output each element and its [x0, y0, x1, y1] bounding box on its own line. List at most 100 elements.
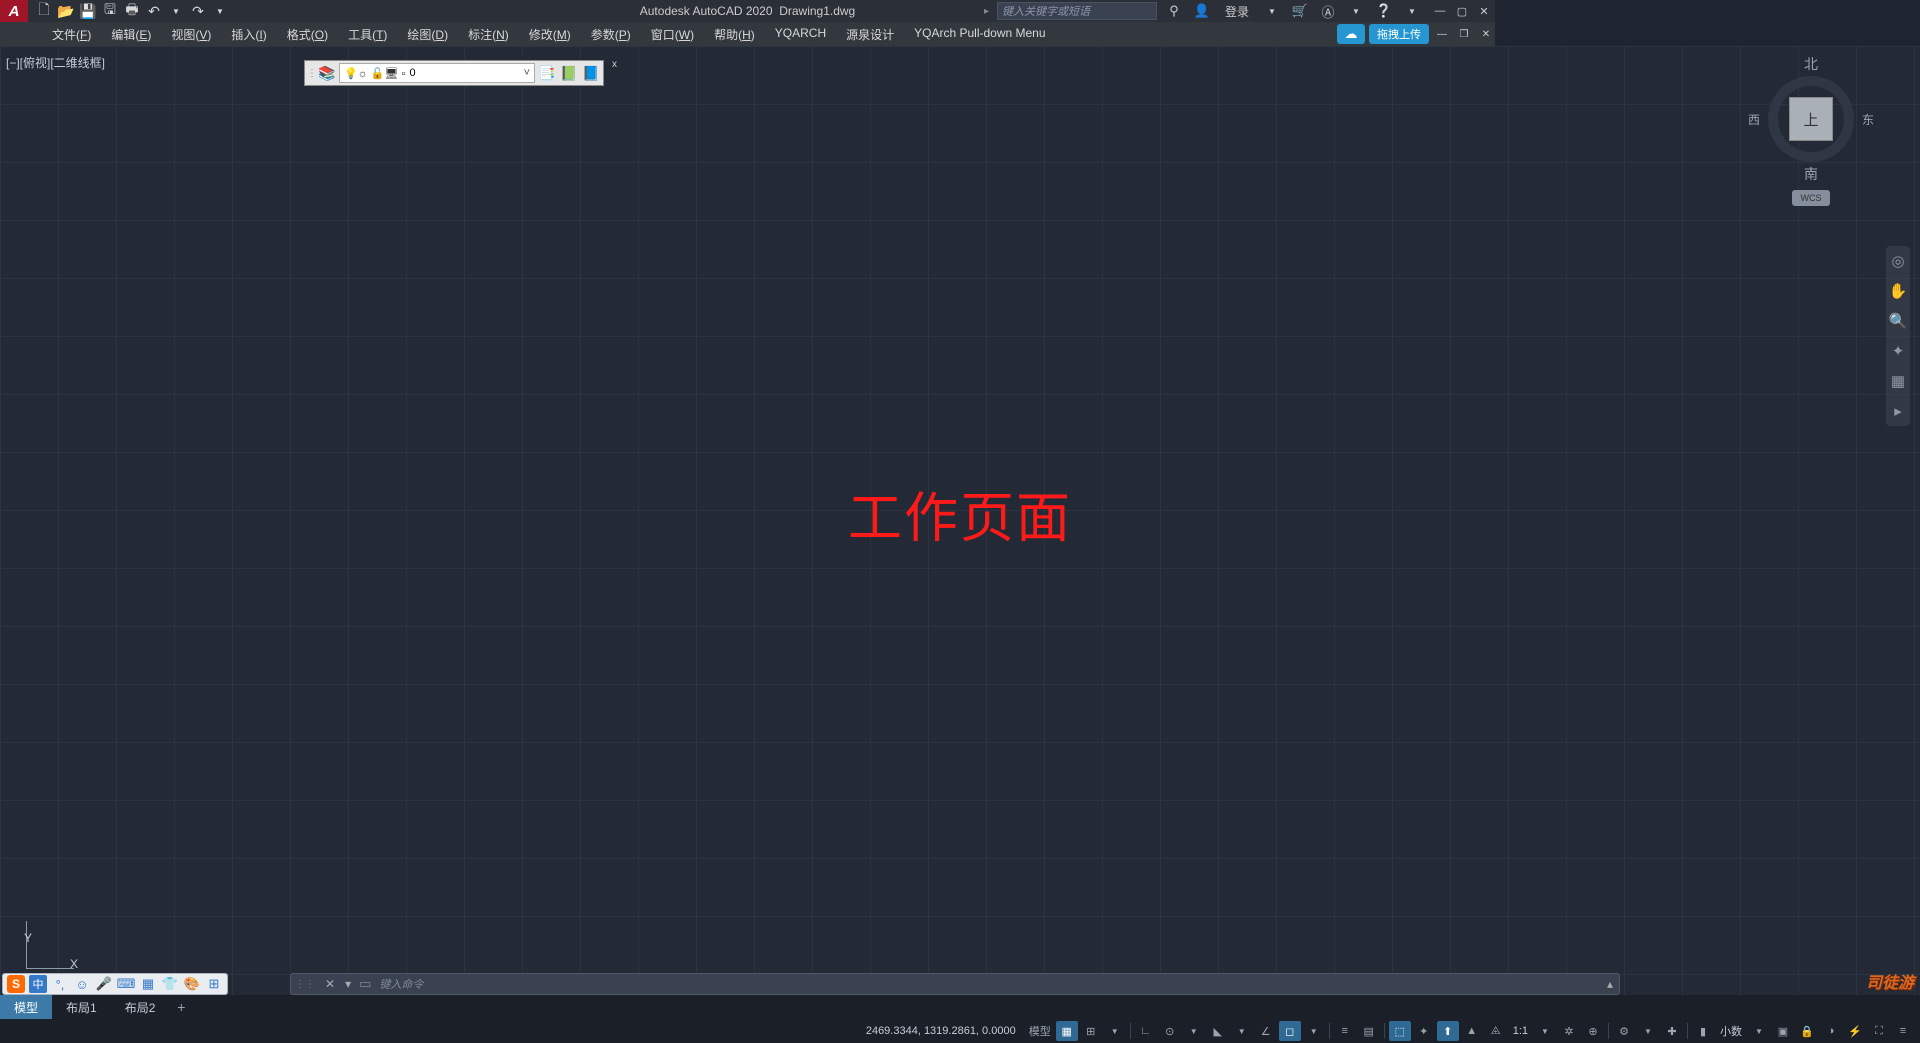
tab-add-button[interactable]: + [169, 995, 193, 1019]
cleanscreen-icon[interactable]: ⛶ [1868, 1021, 1890, 1041]
layer-prev-icon[interactable]: 📘 [581, 63, 601, 83]
cloud-icon[interactable]: ☁ [1337, 24, 1365, 44]
layer-states-icon[interactable]: 📑 [537, 63, 557, 83]
print-icon[interactable]: 🖶 [122, 1, 142, 21]
units-dd-icon[interactable]: ▼ [1748, 1021, 1770, 1041]
menu-视图[interactable]: 视图(V) [161, 22, 221, 47]
toolbar-grip-icon[interactable]: ⋮⋮ [307, 68, 315, 79]
layer-iso-icon[interactable]: 📗 [559, 63, 579, 83]
gizmo-icon[interactable]: ⨹ [1485, 1021, 1507, 1041]
undo-dd-icon[interactable]: ▼ [166, 1, 186, 21]
menu-修改[interactable]: 修改(M) [519, 22, 581, 47]
menu-帮助[interactable]: 帮助(H) [704, 22, 765, 47]
ime-bar[interactable]: S 中 °, ☺ 🎤 ⌨ ▦ 👕 🎨 ⊞ [2, 973, 228, 995]
layer-dropdown[interactable]: 💡☼ 🔓🖥 ▫ 0 ˅ [339, 63, 535, 83]
menu-YQArch Pull-down Menu[interactable]: YQArch Pull-down Menu [904, 22, 1055, 47]
isodraft-icon[interactable]: ◣ [1207, 1021, 1229, 1041]
saveas-icon[interactable]: 🖫 [100, 1, 120, 21]
menu-标注[interactable]: 标注(N) [458, 22, 519, 47]
dynamic-ucs-icon[interactable]: ⬆ [1437, 1021, 1459, 1041]
viewcube-east[interactable]: 东 [1862, 111, 1874, 128]
anno-autoscale-icon[interactable]: ⊕ [1582, 1021, 1604, 1041]
app-logo[interactable]: A [0, 0, 28, 22]
snapmode-icon[interactable]: ⊞ [1080, 1021, 1102, 1041]
doc-restore-button[interactable]: ❐ [1455, 25, 1473, 43]
toolbar-close-icon[interactable]: x [612, 59, 617, 70]
nav-wheel-icon[interactable]: ◎ [1891, 252, 1904, 270]
login-dd-icon[interactable]: ▼ [1261, 1, 1283, 21]
maximize-button[interactable]: ▢ [1451, 1, 1473, 21]
units-label[interactable]: 小数 [1716, 1023, 1746, 1039]
selection-cycling-icon[interactable]: ⬚ [1389, 1021, 1411, 1041]
isodraft-dd-icon[interactable]: ▼ [1231, 1021, 1253, 1041]
anno-monitor-icon[interactable]: ✚ [1661, 1021, 1683, 1041]
menu-格式[interactable]: 格式(O) [277, 22, 338, 47]
polar-dd-icon[interactable]: ▼ [1183, 1021, 1205, 1041]
user-icon[interactable]: 👤 [1191, 1, 1213, 21]
close-button[interactable]: ✕ [1473, 1, 1495, 21]
osnap-dd-icon[interactable]: ▼ [1303, 1021, 1325, 1041]
undo-icon[interactable]: ↶ [144, 1, 164, 21]
viewport-label[interactable]: [−][俯视][二维线框] [6, 54, 105, 71]
showmotion-icon[interactable]: ▦ [1891, 372, 1905, 390]
command-input[interactable]: 键入命令 [375, 976, 1601, 992]
menu-YQARCH[interactable]: YQARCH [765, 22, 836, 47]
orbit-icon[interactable]: ✦ [1892, 342, 1905, 360]
ime-keyboard-icon[interactable]: ⌨ [117, 975, 135, 993]
menu-文件[interactable]: 文件(F) [42, 22, 101, 47]
doc-minimize-button[interactable]: — [1433, 25, 1451, 43]
menu-工具[interactable]: 工具(T) [338, 22, 397, 47]
osnap-icon[interactable]: ◻ [1279, 1021, 1301, 1041]
zoom-icon[interactable]: 🔍 [1889, 312, 1908, 330]
viewcube-west[interactable]: 西 [1748, 111, 1760, 128]
exchange-icon[interactable]: 🛒 [1289, 1, 1311, 21]
ime-voice-icon[interactable]: 🎤 [95, 975, 113, 993]
menu-编辑[interactable]: 编辑(E) [101, 22, 161, 47]
lineweight-icon[interactable]: ≡ [1334, 1021, 1356, 1041]
search-input[interactable]: 键入关键字或短语 [997, 2, 1157, 20]
menu-参数[interactable]: 参数(P) [581, 22, 641, 47]
new-icon[interactable]: 🗋 [34, 1, 54, 21]
pan-icon[interactable]: ✋ [1889, 282, 1908, 300]
menu-源泉设计[interactable]: 源泉设计 [836, 22, 904, 47]
lockui-icon[interactable]: 🔒 [1796, 1021, 1818, 1041]
units-icon[interactable]: ▮ [1692, 1021, 1714, 1041]
cmd-history-icon[interactable]: ▾ [341, 977, 355, 991]
ime-logo-icon[interactable]: S [7, 975, 25, 993]
selection-filter-icon[interactable]: ▲ [1461, 1021, 1483, 1041]
coordinates[interactable]: 2469.3344, 1319.2861, 0.0000 [866, 1025, 1016, 1037]
ime-emoji-icon[interactable]: ☺ [73, 975, 91, 993]
quickprops-icon[interactable]: ▣ [1772, 1021, 1794, 1041]
ime-skin-icon[interactable]: 🎨 [183, 975, 201, 993]
help-icon[interactable]: ❔ [1373, 1, 1395, 21]
menu-插入[interactable]: 插入(I) [221, 22, 276, 47]
viewcube[interactable]: 北 西 上 东 南 WCS [1746, 54, 1876, 206]
viewcube-top[interactable]: 上 [1789, 97, 1833, 141]
hardware-accel-icon[interactable]: ⚡ [1844, 1021, 1866, 1041]
ime-punct-icon[interactable]: °, [51, 975, 69, 993]
redo-icon[interactable]: ↷ [188, 1, 208, 21]
workspace-icon[interactable]: ⚙ [1613, 1021, 1635, 1041]
connect-icon[interactable]: ⚲ [1163, 1, 1185, 21]
anno-scale-dd-icon[interactable]: ▼ [1534, 1021, 1556, 1041]
minimize-button[interactable]: — [1429, 1, 1451, 21]
chevron-down-icon[interactable]: ˅ [524, 67, 530, 79]
layer-toolbar[interactable]: ⋮⋮ 📚 💡☼ 🔓🖥 ▫ 0 ˅ 📑 📗 📘 x [304, 60, 604, 86]
3dosnap-icon[interactable]: ✦ [1413, 1021, 1435, 1041]
workspace-dd-icon[interactable]: ▼ [1637, 1021, 1659, 1041]
modelspace-button[interactable]: 模型 [1026, 1021, 1054, 1041]
help-dd-icon[interactable]: ▼ [1401, 1, 1423, 21]
viewcube-south[interactable]: 南 [1746, 164, 1876, 184]
viewcube-ring[interactable]: 上 [1768, 76, 1854, 162]
cmd-grip-icon[interactable]: ⋮⋮ [291, 979, 319, 990]
viewcube-north[interactable]: 北 [1746, 54, 1876, 74]
tab-model[interactable]: 模型 [0, 995, 52, 1019]
grid-icon[interactable]: ▦ [1056, 1021, 1078, 1041]
tab-layout1[interactable]: 布局1 [52, 995, 111, 1019]
save-icon[interactable]: 💾 [78, 1, 98, 21]
anno-visibility-icon[interactable]: ✲ [1558, 1021, 1580, 1041]
isolate-icon[interactable]: ◑ [1820, 1021, 1842, 1041]
customize-icon[interactable]: ≡ [1892, 1021, 1914, 1041]
snapmode-dd-icon[interactable]: ▼ [1104, 1021, 1126, 1041]
menu-绘图[interactable]: 绘图(D) [397, 22, 458, 47]
